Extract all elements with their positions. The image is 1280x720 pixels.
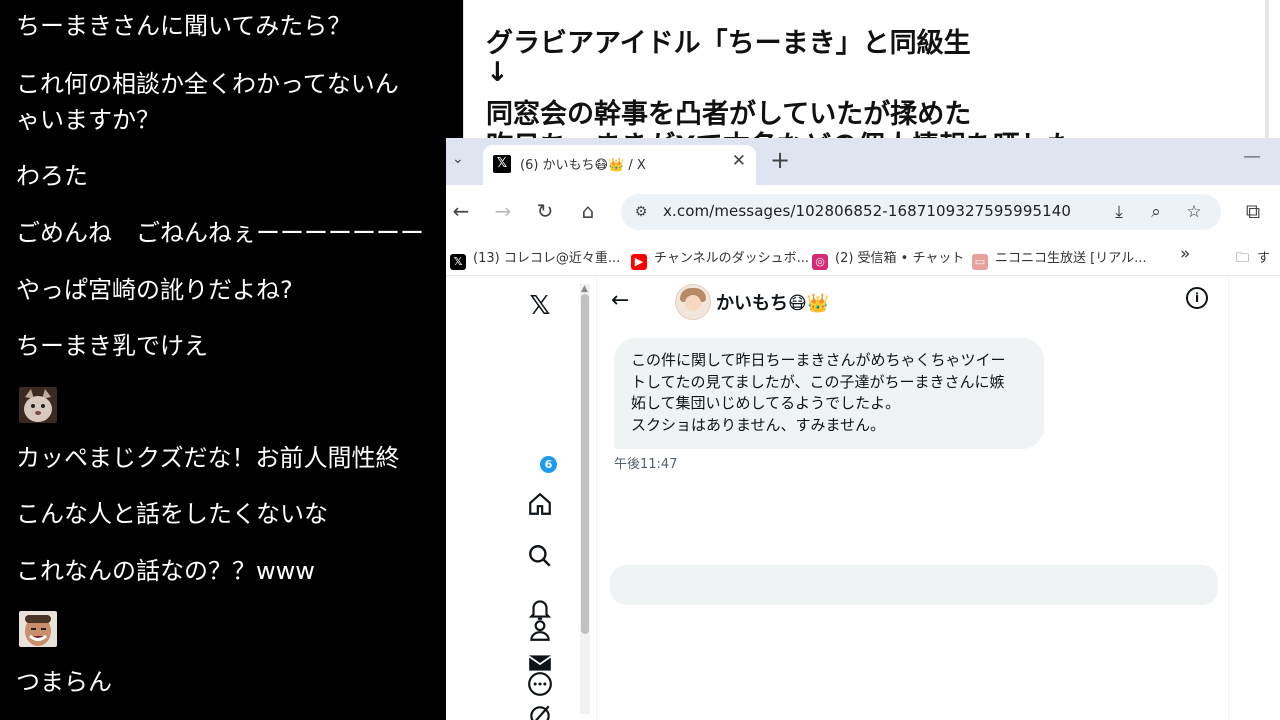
message-line: スクショはありません、すみません。: [631, 415, 886, 434]
folder-icon: 🗀: [1236, 251, 1250, 266]
message-bubble[interactable]: この件に関して昨日ちーまきさんがめちゃくちゃツイー トしてたの見てましたが、この…: [614, 338, 1044, 449]
zoom-icon[interactable]: ⌕: [1143, 199, 1169, 225]
memo-document: グラビアアイドル「ちーまき」と同級生 ↓ 同窓会の幹事を凸者がしていたが揉めた …: [463, 0, 1280, 140]
niconico-icon: ▭: [972, 254, 988, 270]
page-scrollbar[interactable]: ▲: [580, 284, 590, 714]
profile-icon[interactable]: [524, 617, 556, 649]
comment-text: これ何の相談か全くわかってないん: [16, 70, 399, 98]
notification-count-badge: 6: [540, 456, 557, 473]
bookmark-item[interactable]: ▭ ニコニコ生放送 [リアル...: [972, 247, 1146, 270]
bookmark-star-icon[interactable]: ☆: [1181, 199, 1207, 225]
bookmark-item[interactable]: 𝕏 (13) コレコレ@近々重...: [450, 247, 620, 270]
youtube-icon: ▶: [631, 254, 647, 270]
comment-text-continued: ゃいますか？: [16, 106, 160, 134]
minimize-button[interactable]: —: [1243, 146, 1261, 167]
bookmark-item[interactable]: ▶ チャンネルのダッシュボ...: [631, 247, 809, 270]
grok-icon[interactable]: [524, 703, 556, 720]
comment-text: ちーまきさんに聞いてみたら？: [16, 12, 352, 40]
home-nav-icon[interactable]: [524, 491, 556, 523]
home-icon[interactable]: ⌂: [574, 197, 602, 225]
comment-text: これなんの話なの？？www: [16, 557, 315, 585]
bookmarks-overflow-icon[interactable]: »: [1180, 244, 1190, 264]
conversation-info-icon[interactable]: i: [1186, 287, 1208, 309]
url-text[interactable]: x.com/messages/102806852-168710932759599…: [663, 202, 1071, 220]
comment-text: こんな人と話をしたくないな: [16, 500, 328, 528]
message-composer[interactable]: [610, 565, 1218, 605]
extensions-icon[interactable]: ⧉: [1239, 197, 1267, 225]
memo-arrow: ↓: [486, 57, 509, 88]
tab-title: (6) かいもち😷👑 / X: [520, 158, 646, 173]
cat-stamp-image: [19, 387, 57, 423]
scroll-up-arrow-icon[interactable]: ▲: [581, 284, 588, 294]
browser-toolbar: ← → ↻ ⌂ ⚙ x.com/messages/102806852-16871…: [446, 185, 1280, 240]
conversation-name[interactable]: かいもち😷👑: [716, 289, 829, 315]
avatar[interactable]: [675, 284, 711, 320]
message-line: この件に関して昨日ちーまきさんがめちゃくちゃツイー: [631, 351, 1006, 369]
instagram-icon: ◎: [812, 254, 828, 270]
sidebar-divider: [596, 276, 597, 720]
browser-window: ⌄ 𝕏 (6) かいもち😷👑 / X ✕ + — ← → ↻ ⌂ ⚙ x.com…: [446, 138, 1280, 720]
install-app-icon[interactable]: ⤓: [1106, 199, 1132, 225]
message-line: トしてたの見てましたが、この子達がちーまきさんに嫉: [631, 372, 1005, 391]
memo-line: グラビアアイドル「ちーまき」と同級生: [486, 28, 971, 59]
panel-divider: [1228, 276, 1229, 720]
face-stamp-image: [19, 611, 57, 647]
bookmarks-bar: 𝕏 (13) コレコレ@近々重... ▶ チャンネルのダッシュボ... ◎ (2) 受…: [446, 240, 1280, 276]
back-button-icon[interactable]: ←: [447, 197, 475, 225]
reload-icon[interactable]: ↻: [531, 197, 559, 225]
comment-text: カッペまじクズだな！お前人間性終: [16, 444, 400, 472]
x-logo-icon[interactable]: 𝕏: [524, 290, 556, 322]
comment-text: わろた: [16, 162, 88, 190]
memo-scroll-edge: [1265, 0, 1269, 140]
comment-text: ちーまき乳でけえ: [16, 332, 208, 360]
message-line: 妬して集団いじめしてるようでしたよ。: [631, 394, 901, 412]
scrollbar-thumb[interactable]: [581, 294, 589, 634]
comment-text: やっぱ宮崎の訛りだよね?: [16, 276, 293, 304]
more-options-icon[interactable]: [524, 671, 556, 703]
conversation-header: ← かいもち😷👑 i: [597, 276, 1228, 332]
forward-button-icon[interactable]: →: [489, 197, 517, 225]
bookmark-item[interactable]: ◎ (2) 受信箱 • チャット: [812, 247, 964, 270]
tab-x-messages[interactable]: 𝕏 (6) かいもち😷👑 / X ✕: [483, 145, 756, 185]
x-favicon-icon: 𝕏: [493, 155, 511, 173]
site-info-icon[interactable]: ⚙: [630, 201, 652, 223]
back-arrow-icon[interactable]: ←: [611, 288, 629, 313]
message-timestamp: 午後11:47: [614, 457, 678, 472]
tab-search-chevron-icon[interactable]: ⌄: [452, 151, 464, 167]
bookmark-folder[interactable]: 🗀 す: [1236, 247, 1270, 271]
address-bar[interactable]: ⚙ x.com/messages/102806852-1687109327595…: [621, 194, 1221, 230]
tab-close-icon[interactable]: ✕: [732, 151, 746, 171]
explore-search-icon[interactable]: [524, 543, 556, 575]
tab-bar: ⌄ 𝕏 (6) かいもち😷👑 / X ✕ + —: [446, 138, 1280, 185]
comment-stream: ちーまきさんに聞いてみたら？ これ何の相談か全くわかってないん ゃいますか？ わ…: [0, 0, 446, 720]
comment-text: つまらん: [16, 668, 112, 696]
comment-text: ごめんね ごねんねぇーーーーーーー: [16, 219, 424, 247]
x-icon: 𝕏: [450, 254, 466, 270]
new-tab-button[interactable]: +: [770, 146, 790, 174]
